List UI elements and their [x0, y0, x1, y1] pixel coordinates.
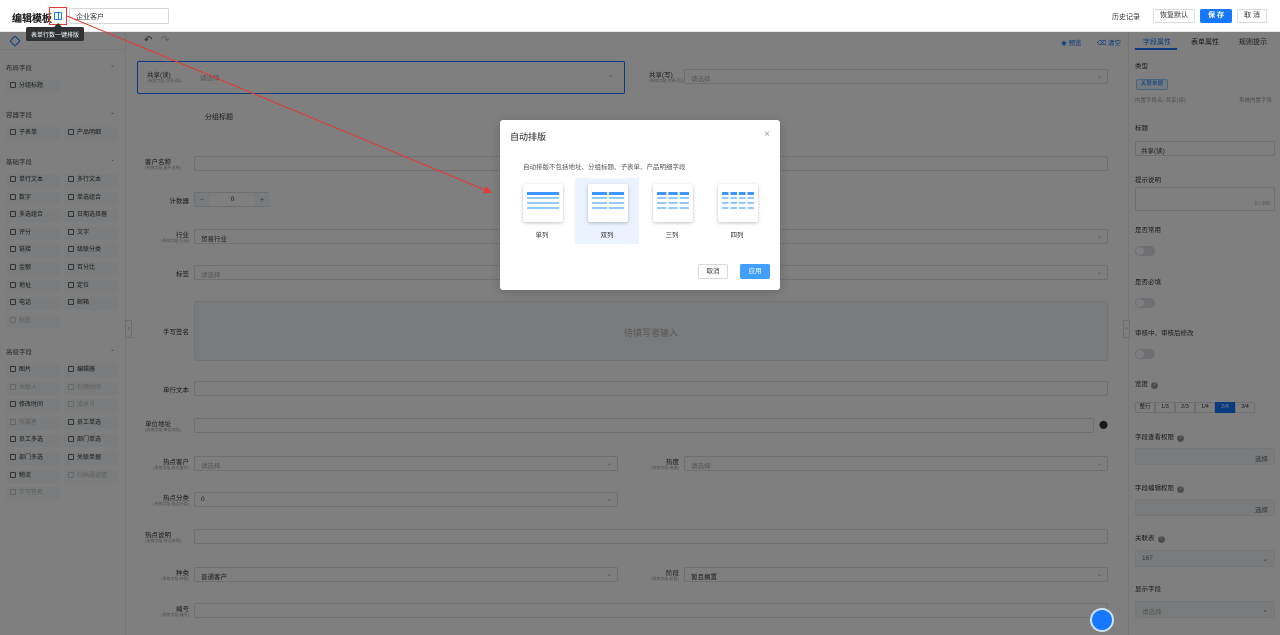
close-icon[interactable]: ×	[764, 129, 770, 140]
layout-option-label: 双列	[600, 232, 614, 239]
layout-option-label: 单列	[535, 232, 549, 239]
layout-option-label: 四列	[730, 232, 744, 239]
dialog-cancel-button[interactable]: 取消	[698, 264, 728, 279]
layout-option-label: 三列	[665, 232, 679, 239]
layout-tooltip: 表单行数一键排版	[26, 23, 85, 41]
layout-option-4-col[interactable]: 四列	[705, 178, 769, 244]
layout-preview-icon	[718, 184, 758, 222]
top-bar: 编辑模板 企业客户 历史记录 恢复默认 保 存 取 消	[0, 0, 1280, 32]
layout-option-1-col[interactable]: 单列	[510, 178, 574, 244]
cancel-button[interactable]: 取 消	[1237, 9, 1267, 23]
dialog-apply-button[interactable]: 应用	[740, 264, 770, 279]
history-link[interactable]: 历史记录	[1112, 12, 1140, 22]
layout-preview-icon	[523, 184, 563, 222]
layout-icon[interactable]	[54, 12, 62, 20]
restore-default-button[interactable]: 恢复默认	[1153, 9, 1195, 23]
dialog-title: 自动排版	[510, 132, 547, 142]
layout-preview-icon	[653, 184, 693, 222]
assistant-button[interactable]	[1090, 608, 1114, 632]
save-button[interactable]: 保 存	[1200, 9, 1232, 23]
layout-option-2-col[interactable]: 双列	[575, 178, 639, 244]
page-title: 编辑模板	[12, 14, 52, 25]
layout-preview-icon	[588, 184, 628, 222]
layout-option-3-col[interactable]: 三列	[640, 178, 704, 244]
dialog-description: 自动排版不包括地址、分组标题、子表单、产品明细字段	[523, 164, 686, 171]
auto-layout-dialog: 自动排版 × 自动排版不包括地址、分组标题、子表单、产品明细字段 单列 双列 三列 四…	[500, 120, 780, 290]
template-name-input[interactable]: 企业客户	[69, 8, 169, 24]
